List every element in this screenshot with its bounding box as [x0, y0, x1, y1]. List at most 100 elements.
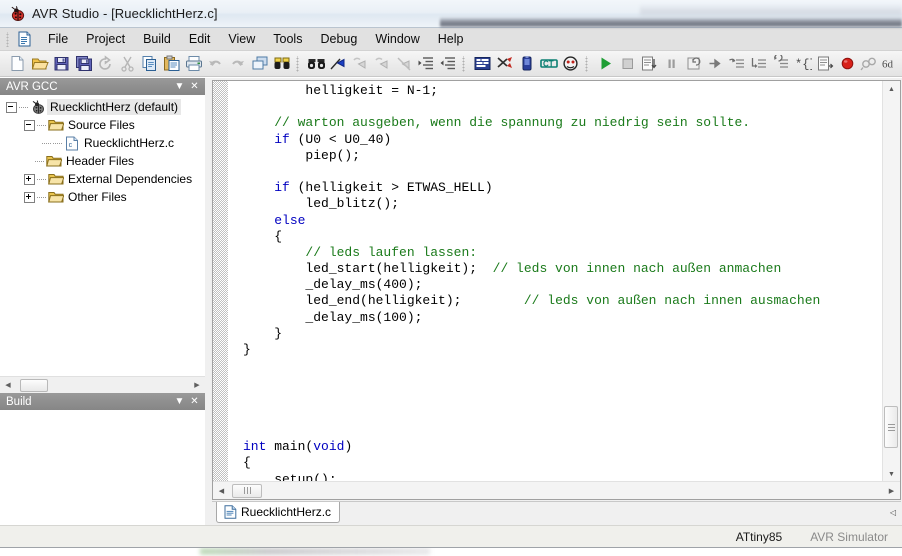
- open-folder-icon[interactable]: [29, 53, 51, 75]
- pause-icon[interactable]: [660, 53, 682, 75]
- breakpoint-icon[interactable]: [836, 53, 858, 75]
- stop-icon[interactable]: [616, 53, 638, 75]
- find-binoculars-icon[interactable]: [271, 53, 293, 75]
- reset-icon[interactable]: [682, 53, 704, 75]
- code-line: led_blitz();: [243, 196, 883, 212]
- tree-item-label: RuecklichtHerz (default): [47, 99, 182, 115]
- start-debug-icon[interactable]: [638, 53, 660, 75]
- cut-icon[interactable]: [117, 53, 139, 75]
- tree-item-project-root[interactable]: RuecklichtHerz (default): [0, 98, 205, 116]
- undo-icon[interactable]: [205, 53, 227, 75]
- menu-edit[interactable]: Edit: [180, 29, 220, 49]
- tree-item-source-files[interactable]: Source Files: [0, 116, 205, 134]
- code-keyword: if: [274, 180, 290, 196]
- menu-view[interactable]: View: [219, 29, 264, 49]
- scroll-down-arrow-icon[interactable]: ▼: [883, 466, 900, 482]
- toolbar-drag-grip-4[interactable]: [591, 56, 592, 71]
- scroll-up-arrow-icon[interactable]: ▲: [883, 81, 900, 97]
- run-to-cursor-icon[interactable]: [770, 53, 792, 75]
- editor-vscrollbar[interactable]: ▲ ▼: [882, 81, 900, 482]
- hscroll-track[interactable]: [16, 377, 189, 393]
- code-text: led_blitz();: [243, 196, 400, 212]
- scroll-right-arrow-icon[interactable]: ▶: [189, 378, 205, 393]
- reload-icon[interactable]: [95, 53, 117, 75]
- tab-nav-prev-icon[interactable]: ◁: [885, 502, 901, 522]
- tree-expander-plus-icon[interactable]: [24, 191, 35, 203]
- hscroll-thumb-grip: [243, 487, 251, 494]
- scroll-left-arrow-icon[interactable]: ◀: [213, 483, 230, 499]
- build-output[interactable]: [0, 410, 205, 525]
- print-icon[interactable]: [183, 53, 205, 75]
- tree-item-header-files[interactable]: Header Files: [0, 152, 205, 170]
- tree-item-other-files[interactable]: Other Files: [0, 188, 205, 206]
- menu-window[interactable]: Window: [366, 29, 428, 49]
- avr-bug-icon[interactable]: [560, 53, 582, 75]
- menu-drag-grip[interactable]: [5, 31, 11, 47]
- bookmark-toggle-icon[interactable]: [327, 53, 349, 75]
- indent-decrease-icon[interactable]: [437, 53, 459, 75]
- next-statement-icon[interactable]: [814, 53, 836, 75]
- step-into-icon[interactable]: [704, 53, 726, 75]
- code-editor[interactable]: helligkeit = N-1; // warton ausgeben, we…: [229, 81, 883, 482]
- build-run-icon[interactable]: [494, 53, 516, 75]
- close-icon[interactable]: ✕: [187, 395, 202, 409]
- step-out-icon[interactable]: [748, 53, 770, 75]
- paste-icon[interactable]: [161, 53, 183, 75]
- build-icon[interactable]: [472, 53, 494, 75]
- editor-selection-margin[interactable]: [213, 81, 229, 499]
- new-file-icon[interactable]: [7, 53, 29, 75]
- rebuild-all-icon[interactable]: [516, 53, 538, 75]
- hscroll-thumb[interactable]: [232, 483, 262, 498]
- hex-icon[interactable]: 6d: [880, 53, 902, 75]
- project-tree[interactable]: RuecklichtHerz (default) Source Files c …: [0, 95, 205, 376]
- watch-icon[interactable]: [858, 53, 880, 75]
- tree-dotline: [53, 142, 63, 144]
- code-line: if (helligkeit > ETWAS_HELL): [243, 180, 883, 196]
- bookmark-next-icon[interactable]: [371, 53, 393, 75]
- windows-icon[interactable]: [249, 53, 271, 75]
- indent-increase-icon[interactable]: [415, 53, 437, 75]
- auto-step-icon[interactable]: *{}: [792, 53, 814, 75]
- tree-item-rueckl-c[interactable]: c RuecklichtHerz.c: [0, 134, 205, 152]
- tree-expander-minus-icon[interactable]: [6, 101, 17, 113]
- toolbar-drag-grip-1[interactable]: [4, 56, 5, 71]
- menu-file[interactable]: File: [39, 29, 77, 49]
- menu-project[interactable]: Project: [77, 29, 134, 49]
- tab-ruecklichtherz-c[interactable]: RuecklichtHerz.c: [216, 502, 341, 523]
- menu-build[interactable]: Build: [134, 29, 180, 49]
- bookmark-prev-icon[interactable]: [349, 53, 371, 75]
- save-icon[interactable]: [51, 53, 73, 75]
- run-icon[interactable]: [594, 53, 616, 75]
- hscroll-thumb[interactable]: [20, 378, 48, 392]
- copy-icon[interactable]: [139, 53, 161, 75]
- editor-hscrollbar[interactable]: ◀ ▶: [213, 481, 900, 499]
- chevron-down-icon[interactable]: ▼: [172, 80, 187, 94]
- code-text: ): [344, 439, 353, 455]
- tree-expander-plus-icon[interactable]: [24, 173, 35, 185]
- toolbar-drag-grip-2[interactable]: [302, 56, 303, 71]
- left-dock: AVR GCC ▼ ✕ RuecklichtHerz (default) Sou…: [0, 78, 205, 525]
- close-icon[interactable]: ✕: [187, 80, 202, 94]
- toolbar-drag-grip-3[interactable]: [469, 56, 470, 71]
- save-all-icon[interactable]: [73, 53, 95, 75]
- vscroll-thumb[interactable]: [884, 406, 898, 448]
- scroll-right-arrow-icon[interactable]: ▶: [883, 483, 900, 499]
- project-tree-hscrollbar[interactable]: ◀ ▶: [0, 376, 205, 393]
- menu-debug[interactable]: Debug: [311, 29, 366, 49]
- menu-tools[interactable]: Tools: [264, 29, 311, 49]
- editor-region: helligkeit = N-1; // warton ausgeben, we…: [210, 78, 902, 525]
- tree-expander-minus-icon[interactable]: [24, 119, 35, 131]
- redo-icon[interactable]: [227, 53, 249, 75]
- bookmark-clear-icon[interactable]: [393, 53, 415, 75]
- find-icon[interactable]: [305, 53, 327, 75]
- tree-item-external-dependencies[interactable]: External Dependencies: [0, 170, 205, 188]
- folder-icon: [46, 154, 62, 169]
- chevron-down-icon[interactable]: ▼: [172, 395, 187, 409]
- menu-help[interactable]: Help: [429, 29, 473, 49]
- scroll-left-arrow-icon[interactable]: ◀: [0, 378, 16, 393]
- code-line: }: [243, 342, 883, 358]
- step-over-icon[interactable]: [726, 53, 748, 75]
- avr-simulator-icon[interactable]: CT: [538, 53, 560, 75]
- code-line: led_start(helligkeit); // leds von innen…: [243, 261, 883, 277]
